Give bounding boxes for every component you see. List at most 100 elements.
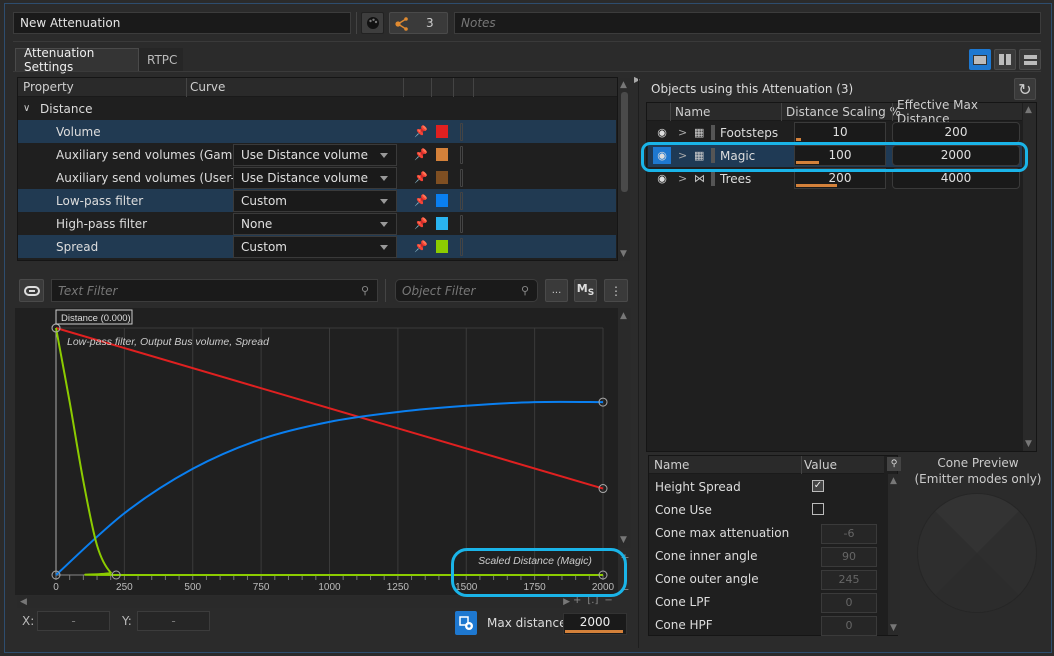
property-row[interactable]: Low-pass filter Custom 📌 — [18, 189, 616, 212]
property-label: Auxiliary send volumes (User-... — [56, 170, 247, 185]
checkbox-unchecked[interactable] — [812, 503, 824, 515]
prop-number-input[interactable]: -6 — [821, 524, 877, 544]
scroll-down-icon[interactable]: ▼ — [620, 535, 627, 545]
tab-label: Attenuation Settings — [24, 46, 95, 74]
scroll-up-icon[interactable]: ▲ — [1025, 105, 1032, 115]
layout-columns-button[interactable] — [994, 49, 1016, 70]
tab-rtpc[interactable]: RTPC — [139, 48, 183, 71]
options-menu-button[interactable]: ⋮ — [604, 279, 628, 302]
pin-icon[interactable]: 📌 — [414, 125, 428, 138]
color-swatch[interactable] — [436, 240, 448, 253]
preview-button[interactable] — [455, 611, 477, 635]
layout-rows-button[interactable] — [1019, 49, 1041, 70]
row-indicator — [460, 214, 463, 233]
pin-icon[interactable]: 📌 — [414, 148, 428, 161]
x-value: - — [71, 614, 76, 628]
scroll-up-icon[interactable]: ▲ — [620, 311, 627, 321]
prop-number-input[interactable]: 0 — [821, 593, 877, 613]
chevron-down-icon[interactable]: ∨ — [23, 103, 30, 114]
graph-hscroll[interactable]: ◀ ▶ — [17, 596, 573, 608]
curve-value: Use Distance volume — [241, 147, 368, 162]
more-button[interactable]: ... — [545, 279, 568, 302]
group-distance[interactable]: ∨ Distance — [18, 97, 616, 120]
color-swatch[interactable] — [436, 125, 448, 138]
curve-dropdown[interactable]: Use Distance volume — [233, 143, 397, 166]
text-filter-input[interactable]: Text Filter ⚲ — [51, 279, 378, 302]
object-filter-input[interactable]: Object Filter ⚲ — [395, 279, 538, 302]
attenuation-name-input[interactable]: New Attenuation — [13, 12, 351, 34]
x-tick-label: 1000 — [318, 582, 341, 593]
layout-single-button[interactable] — [969, 49, 991, 70]
palette-button[interactable] — [361, 12, 384, 34]
props-scrollbar[interactable]: ▲ ▼ — [888, 474, 900, 635]
scroll-up-icon[interactable]: ▲ — [620, 80, 627, 90]
header-property[interactable]: Property — [23, 80, 74, 94]
checkbox-checked[interactable]: ✓ — [812, 480, 824, 492]
distance-scaling-input[interactable]: 10 — [794, 122, 886, 143]
prop-number-input[interactable]: 90 — [821, 547, 877, 567]
ms-button[interactable]: MS — [574, 279, 597, 302]
scroll-thumb[interactable] — [621, 92, 628, 192]
prop-label: Cone outer angle — [655, 572, 759, 586]
tab-attenuation-settings[interactable]: Attenuation Settings — [15, 46, 139, 74]
property-row[interactable]: Auxiliary send volumes (User-... Use Dist… — [18, 166, 616, 189]
pin-icon[interactable]: 📌 — [414, 194, 428, 207]
link-button[interactable] — [19, 279, 44, 302]
curve-dropdown[interactable]: None — [233, 212, 397, 235]
property-row[interactable]: High-pass filter None 📌 — [18, 212, 616, 235]
scaling-slider[interactable] — [796, 184, 837, 187]
x-value-input[interactable]: - — [37, 611, 110, 631]
objects-header: Name Distance Scaling % Effective Max Di… — [647, 98, 1022, 126]
attenuation-name-text: New Attenuation — [20, 16, 121, 30]
color-tag — [711, 125, 715, 140]
pin-icon[interactable]: 📌 — [414, 217, 428, 230]
curve-dropdown[interactable]: Custom — [233, 189, 397, 212]
property-grid-scrollbar[interactable]: ▲ ▼ — [619, 78, 630, 261]
search-icon[interactable]: ⚲ — [887, 457, 901, 471]
pin-icon[interactable]: 📌 — [414, 240, 428, 253]
chevron-right-icon[interactable]: > — [678, 126, 687, 139]
pin-icon[interactable]: 📌 — [414, 171, 428, 184]
header-distance-scaling[interactable]: Distance Scaling % — [786, 105, 901, 119]
object-name: Footsteps — [720, 125, 779, 140]
scaling-slider[interactable] — [796, 138, 801, 141]
scroll-down-icon[interactable]: ▼ — [890, 623, 897, 633]
property-row[interactable]: Auxiliary send volumes (Gam... Use Distan… — [18, 143, 616, 166]
cone-preview — [917, 493, 1037, 613]
max-distance-label: Max distance — [487, 616, 567, 630]
curve-dropdown[interactable]: Use Distance volume — [233, 166, 397, 189]
references-button[interactable]: 3 — [389, 12, 448, 34]
scroll-down-icon[interactable]: ▼ — [620, 249, 627, 259]
color-swatch[interactable] — [436, 194, 448, 207]
prop-value: 90 — [842, 550, 856, 563]
color-swatch[interactable] — [436, 148, 448, 161]
share-icon — [395, 17, 408, 31]
object-row[interactable]: ◉ > ▦ Footsteps 10 200 — [648, 121, 1022, 144]
property-row[interactable]: Spread Custom 📌 — [18, 235, 616, 258]
header-name[interactable]: Name — [654, 458, 689, 472]
header-name[interactable]: Name — [675, 105, 710, 119]
curve-dropdown[interactable]: Custom — [233, 235, 397, 258]
max-distance-slider[interactable] — [565, 630, 623, 633]
highlight-scaled-distance — [451, 548, 627, 597]
prop-number-input[interactable]: 245 — [821, 570, 877, 590]
scroll-right-icon[interactable]: ▶ — [563, 597, 570, 607]
prop-number-input[interactable]: 0 — [821, 616, 877, 636]
color-swatch[interactable] — [436, 217, 448, 230]
graph-vscroll[interactable]: ▲ ▼ — [618, 308, 631, 548]
max-distance-input[interactable]: 2000 — [563, 613, 627, 635]
eye-icon[interactable]: ◉ — [653, 124, 671, 141]
scroll-left-icon[interactable]: ◀ — [20, 597, 27, 607]
splitter[interactable] — [638, 78, 639, 648]
chevron-right-icon[interactable]: > — [678, 172, 687, 185]
header-curve[interactable]: Curve — [190, 80, 225, 94]
eye-icon[interactable]: ◉ — [653, 170, 671, 187]
y-value-input[interactable]: - — [137, 611, 210, 631]
scroll-up-icon[interactable]: ▲ — [890, 476, 897, 486]
property-row[interactable]: Volume 📌 — [18, 120, 616, 143]
notes-input[interactable]: Notes — [454, 12, 1041, 34]
cone-preview-title: Cone Preview (Emitter modes only) — [904, 455, 1052, 487]
scroll-down-icon[interactable]: ▼ — [1025, 439, 1032, 449]
color-swatch[interactable] — [436, 171, 448, 184]
header-value[interactable]: Value — [804, 458, 837, 472]
